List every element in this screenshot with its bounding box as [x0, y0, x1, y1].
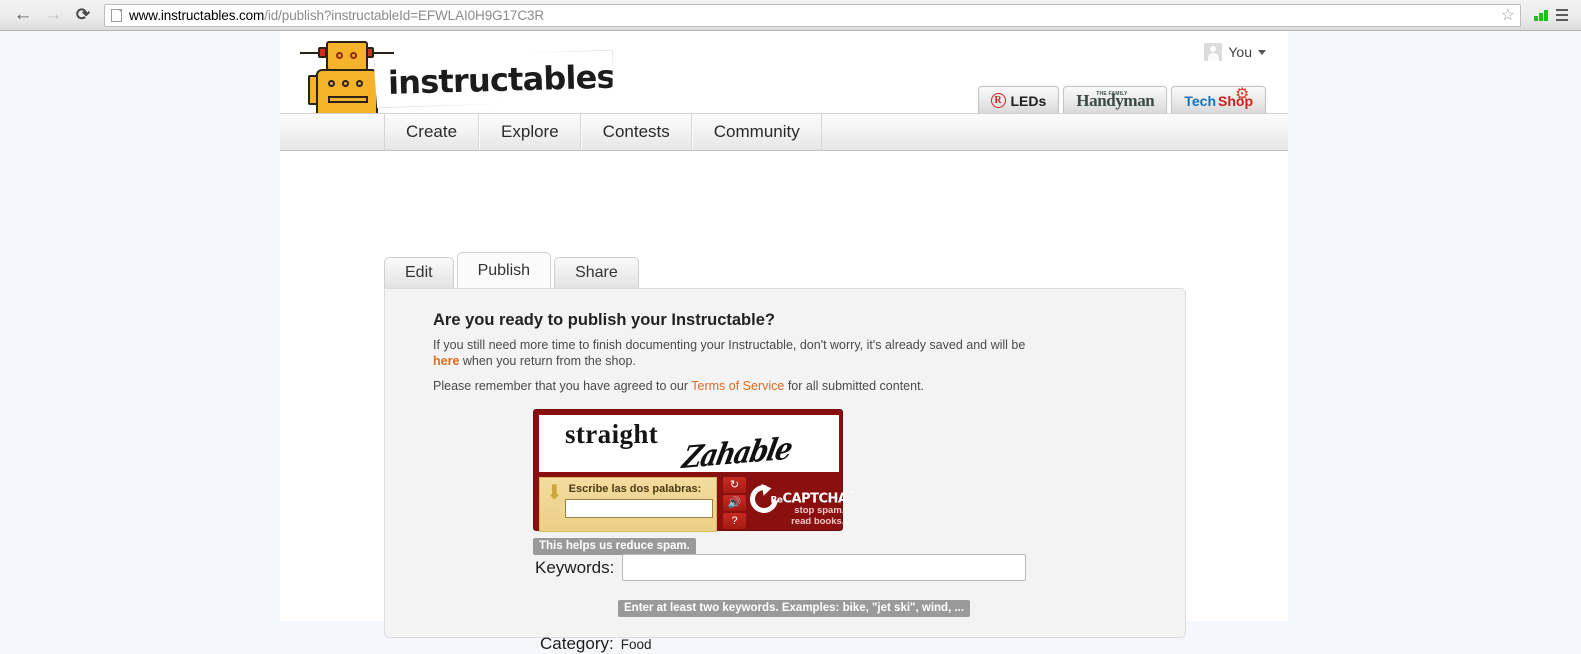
sponsor-tabs: R LEDs THE FAMILY Handyman Tech Shop ⚙ [977, 86, 1266, 114]
back-arrow-icon[interactable]: ← [8, 2, 38, 28]
publish-note-tos: Please remember that you have agreed to … [433, 378, 1033, 394]
signal-bars-icon[interactable] [1531, 2, 1551, 28]
recaptcha-brand-name: ReCAPTCHA™ [770, 490, 855, 506]
browser-toolbar: ← → ⟳ www.instructables.com/id/publish?i… [0, 0, 1581, 31]
tos-note-part2: for all submitted content. [784, 379, 925, 393]
recaptcha-brand: ReCAPTCHA™ stop spam. read books. [744, 477, 855, 532]
recaptcha-word-1: straight [565, 419, 659, 449]
page-title: Are you ready to publish your Instructab… [433, 311, 775, 329]
recaptcha-help-icon[interactable]: ? [723, 513, 746, 529]
page-canvas: instructables You R LEDs THE FAMILY Hand… [280, 31, 1288, 653]
tos-note-part1: Please remember that you have agreed to … [433, 379, 692, 393]
category-value[interactable]: Food [621, 637, 652, 652]
sponsor-label-tech: Tech [1184, 92, 1216, 109]
bookmark-star-icon[interactable]: ☆ [1501, 7, 1515, 25]
url-path: /id/publish?instructableId=EFWLAI0H9G17C… [264, 7, 545, 23]
user-name-label: You [1228, 44, 1252, 60]
arrow-down-icon: ⬇ [546, 482, 563, 504]
recaptcha-brand-re: Re [770, 495, 783, 506]
recaptcha-audio-icon[interactable]: 🔊 [723, 495, 746, 511]
category-label: Category: [540, 634, 614, 653]
sponsor-tab-handyman[interactable]: THE FAMILY Handyman [1063, 86, 1168, 114]
main-nav: Create Explore Contests Community [280, 113, 1288, 151]
recaptcha-input-area: ⬇ Escribe las dos palabras: [539, 477, 717, 532]
user-menu[interactable]: You [1204, 43, 1266, 61]
gear-icon: ⚙ [1235, 86, 1250, 103]
url-text: www.instructables.com/id/publish?instruc… [129, 8, 544, 23]
nav-item-explore[interactable]: Explore [479, 114, 581, 150]
keywords-tooltip: Enter at least two keywords. Examples: b… [618, 600, 971, 617]
user-avatar-placeholder-icon [1204, 43, 1223, 61]
hamburger-menu-icon[interactable] [1551, 2, 1573, 28]
tab-edit[interactable]: Edit [384, 257, 454, 288]
spam-tooltip: This helps us reduce spam. [533, 538, 696, 555]
terms-of-service-link[interactable]: Terms of Service [691, 379, 784, 393]
sponsor-label-leds: LEDs [1010, 92, 1047, 109]
publish-note-part1: If you still need more time to finish do… [433, 338, 1026, 352]
registered-r-icon: R [990, 93, 1006, 108]
recaptcha-refresh-icon[interactable]: ↻ [723, 477, 746, 493]
keywords-input[interactable] [622, 554, 1027, 581]
recaptcha-controls: ↻ 🔊 ? [723, 477, 746, 532]
tab-publish[interactable]: Publish [456, 252, 552, 288]
recaptcha-widget: straight Zahable ⬇ Escribe las dos palab… [533, 409, 855, 532]
sponsor-tab-techshop[interactable]: Tech Shop ⚙ [1171, 86, 1266, 114]
nav-item-create[interactable]: Create [384, 114, 480, 150]
keywords-label: Keywords: [535, 557, 615, 577]
chevron-down-icon [1258, 49, 1266, 55]
sponsor-label-handyman-small: THE FAMILY [1096, 91, 1128, 97]
reload-icon[interactable]: ⟳ [68, 2, 98, 28]
publish-note-saved: If you still need more time to finish do… [433, 337, 1033, 369]
logo-wordmark-text: instructables [387, 57, 616, 102]
category-row: Category: Food [540, 634, 651, 654]
forward-arrow-icon[interactable]: → [38, 2, 68, 28]
nav-item-community[interactable]: Community [691, 114, 822, 150]
recaptcha-input[interactable] [565, 499, 713, 518]
sponsor-tab-leds[interactable]: R LEDs [977, 86, 1060, 114]
keywords-row: Keywords: [535, 554, 1027, 581]
recaptcha-brand-tm: ™ [847, 490, 855, 499]
publish-panel: Are you ready to publish your Instructab… [384, 288, 1186, 653]
publish-note-part2: when you return from the shop. [459, 354, 636, 368]
recaptcha-word-2: Zahable [679, 431, 795, 472]
url-domain: www.instructables.com [129, 7, 265, 23]
logo-wordmark: instructables [373, 50, 614, 109]
recaptcha-prompt: Escribe las dos palabras: [568, 483, 702, 495]
editor-tabs: Edit Publish Share [384, 252, 642, 288]
here-link[interactable]: here [433, 354, 459, 368]
nav-item-contests[interactable]: Contests [580, 114, 692, 150]
recaptcha-tagline: stop spam. read books. [791, 505, 845, 527]
site-header: instructables You R LEDs THE FAMILY Hand… [280, 31, 1288, 151]
tab-share[interactable]: Share [554, 257, 639, 288]
page-document-icon [111, 8, 122, 22]
recaptcha-challenge-image: straight Zahable [539, 415, 839, 472]
address-bar[interactable]: www.instructables.com/id/publish?instruc… [104, 3, 1521, 27]
